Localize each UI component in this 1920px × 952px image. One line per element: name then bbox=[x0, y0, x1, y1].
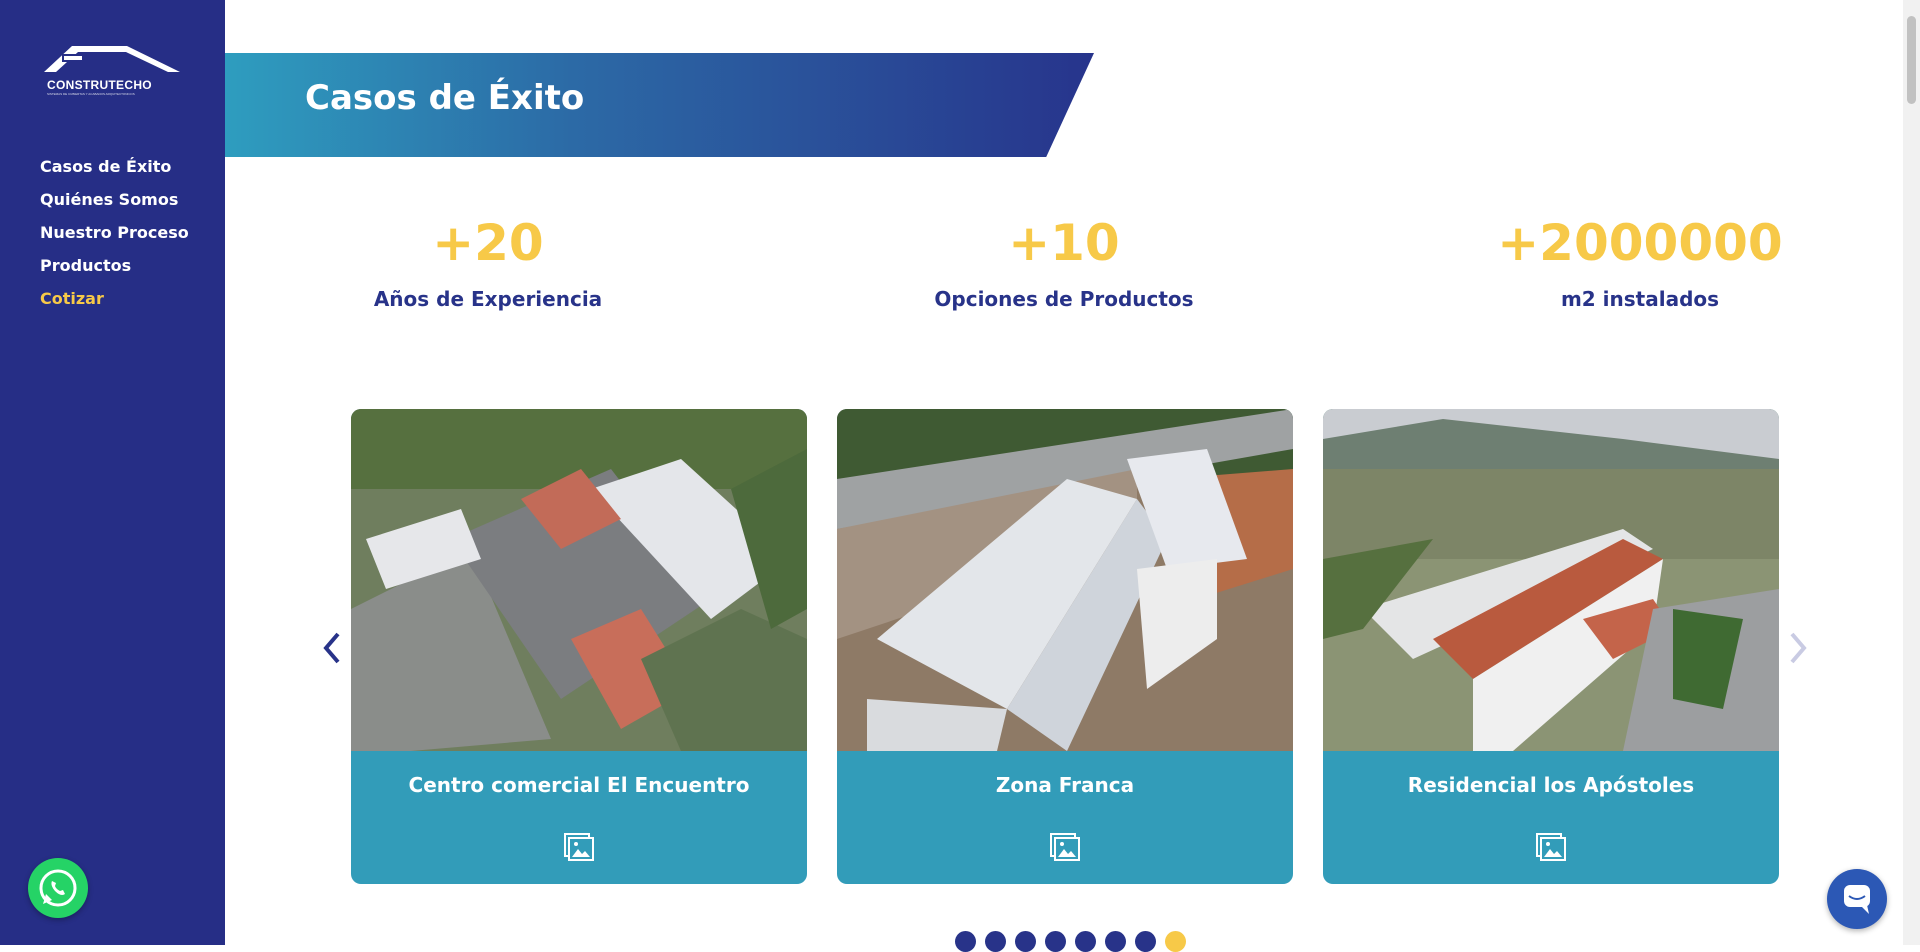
page-title: Casos de Éxito bbox=[305, 78, 585, 118]
gallery-icon[interactable] bbox=[1535, 832, 1567, 864]
case-card-zona-franca[interactable]: Zona Franca bbox=[837, 409, 1293, 884]
chat-widget-button[interactable] bbox=[1827, 869, 1887, 929]
nav-item-casos-de-exito[interactable]: Casos de Éxito bbox=[40, 155, 189, 188]
nav-item-productos[interactable]: Productos bbox=[40, 254, 189, 287]
brand-tagline: SISTEMAS DE CUBIERTAS Y ACABADOS ARQUITE… bbox=[47, 92, 135, 96]
aerial-photo-warehouse bbox=[837, 409, 1293, 751]
brand-name: CONSTRUTECHO bbox=[47, 78, 152, 92]
stat-value: +20 bbox=[432, 214, 544, 272]
sidebar: CONSTRUTECHO SISTEMAS DE CUBIERTAS Y ACA… bbox=[0, 0, 225, 945]
whatsapp-icon bbox=[39, 869, 77, 907]
scrollbar-thumb[interactable] bbox=[1907, 16, 1916, 104]
stat-label: Opciones de Productos bbox=[934, 287, 1194, 311]
stat-value: +10 bbox=[1008, 214, 1120, 272]
stat-m2: +2000000 m2 instalados bbox=[1450, 213, 1830, 311]
case-card-centro-comercial[interactable]: Centro comercial El Encuentro bbox=[351, 409, 807, 884]
carousel-dot[interactable] bbox=[1165, 931, 1186, 952]
gallery-icon[interactable] bbox=[563, 832, 595, 864]
carousel-dot[interactable] bbox=[1075, 931, 1096, 952]
stat-label: m2 instalados bbox=[1560, 287, 1720, 311]
card-title: Centro comercial El Encuentro bbox=[408, 773, 750, 797]
case-card-residencial-apostoles[interactable]: Residencial los Apóstoles bbox=[1323, 409, 1779, 884]
carousel-dot[interactable] bbox=[985, 931, 1006, 952]
main-nav: Casos de Éxito Quiénes Somos Nuestro Pro… bbox=[40, 155, 189, 320]
carousel-dot[interactable] bbox=[1105, 931, 1126, 952]
stat-years: +20 Años de Experiencia bbox=[298, 213, 678, 311]
nav-item-cotizar[interactable]: Cotizar bbox=[40, 287, 189, 320]
gallery-icon[interactable] bbox=[1049, 832, 1081, 864]
carousel-prev-arrow-icon[interactable] bbox=[320, 628, 344, 668]
page-scrollbar[interactable] bbox=[1903, 0, 1920, 945]
card-title: Zona Franca bbox=[995, 773, 1135, 797]
carousel-dot[interactable] bbox=[1135, 931, 1156, 952]
carousel-dot[interactable] bbox=[1045, 931, 1066, 952]
stat-value: +2000000 bbox=[1497, 214, 1783, 272]
nav-item-nuestro-proceso[interactable]: Nuestro Proceso bbox=[40, 221, 189, 254]
aerial-photo-residence bbox=[1323, 409, 1779, 751]
chat-bubble-icon bbox=[1844, 885, 1870, 914]
carousel-next-arrow-icon[interactable] bbox=[1786, 628, 1810, 668]
carousel-dot[interactable] bbox=[1015, 931, 1036, 952]
stat-products: +10 Opciones de Productos bbox=[874, 213, 1254, 311]
aerial-photo-shopping-center bbox=[351, 409, 807, 751]
carousel-dot[interactable] bbox=[955, 931, 976, 952]
stat-label: Años de Experiencia bbox=[373, 287, 603, 311]
card-title: Residencial los Apóstoles bbox=[1407, 773, 1695, 797]
whatsapp-button[interactable] bbox=[28, 858, 88, 918]
nav-item-quienes-somos[interactable]: Quiénes Somos bbox=[40, 188, 189, 221]
